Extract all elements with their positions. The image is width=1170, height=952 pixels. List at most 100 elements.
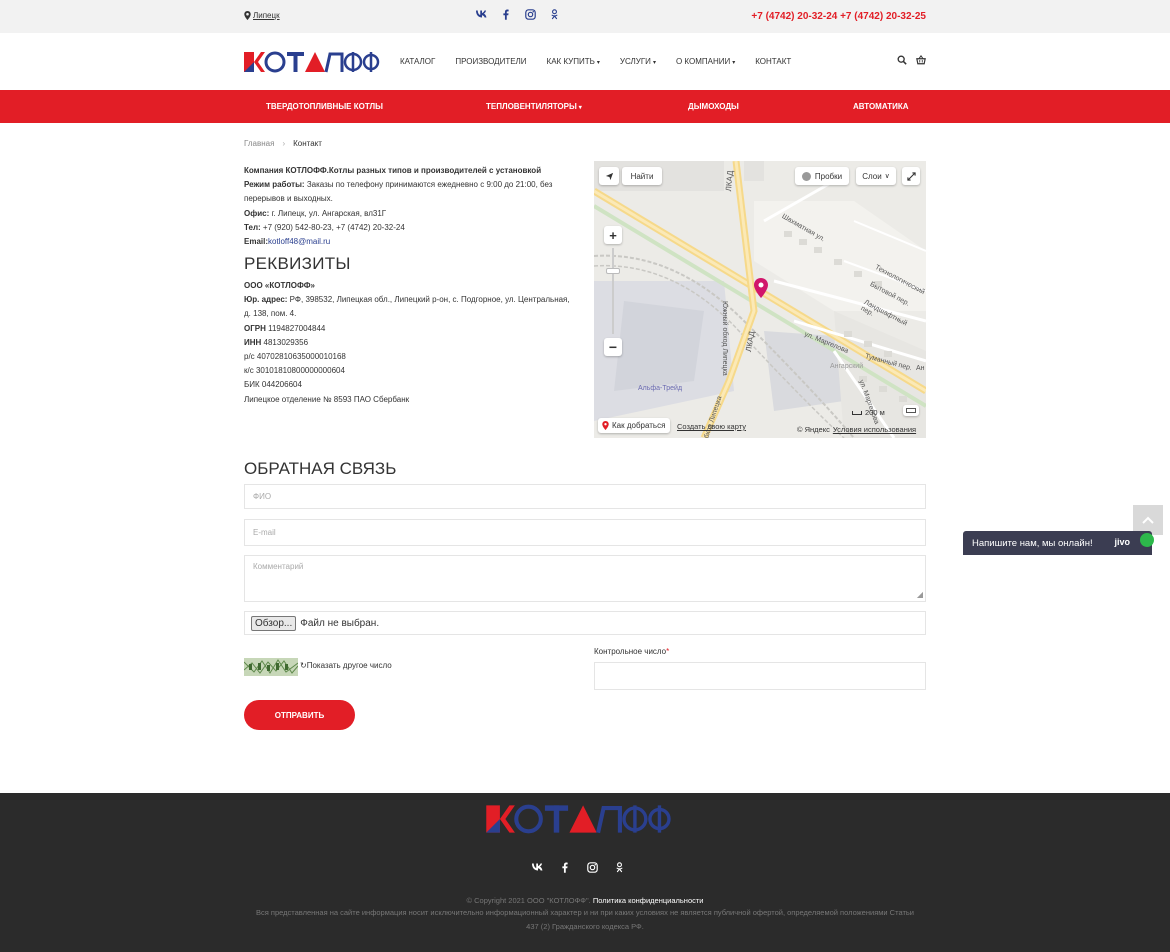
odnoklassniki-icon[interactable] [613, 861, 625, 873]
map-layers-label: Слои [862, 171, 882, 181]
resize-handle-icon[interactable]: ◢ [917, 590, 923, 599]
nav-services[interactable]: УСЛУГИ [620, 57, 656, 66]
scale-bar-icon [852, 410, 862, 415]
city-label: Липецк [253, 11, 280, 20]
jivo-brand: jivo [1114, 537, 1130, 547]
privacy-policy-link[interactable]: Политика конфиденциальности [593, 896, 704, 905]
map-pin-icon [244, 11, 251, 20]
zoom-in-button[interactable]: + [604, 226, 622, 244]
requisites-title: РЕКВИЗИТЫ [244, 254, 351, 273]
office-label: Офис: [244, 208, 270, 218]
email-input[interactable]: E-mail [244, 519, 926, 546]
map-create-link[interactable]: Создать свою карту [677, 422, 746, 431]
category-chimneys[interactable]: ДЫМОХОДЫ [688, 102, 739, 111]
map-label-alfa-trade: Альфа-Трейд [638, 385, 683, 392]
map-label-lkad: ЛКАД [724, 170, 735, 192]
vk-icon[interactable] [532, 861, 544, 873]
file-browse-button[interactable]: Обзор... [251, 615, 297, 631]
legal-address-value: РФ, 398532, Липецкая обл., Липецкий р-он… [244, 295, 570, 319]
vk-icon[interactable] [476, 8, 488, 20]
category-heat-fans[interactable]: ТЕПЛОВЕНТИЛЯТОРЫ [486, 102, 582, 111]
captcha-image [244, 658, 298, 676]
map-traffic-button[interactable]: Пробки [795, 167, 849, 185]
category-solid-fuel-boilers[interactable]: ТВЕРДОТОПЛИВНЫЕ КОТЛЫ [266, 102, 383, 111]
odnoklassniki-icon[interactable] [548, 8, 560, 20]
category-automation[interactable]: АВТОМАТИКА [853, 102, 909, 111]
yandex-map[interactable]: Найти Пробки Слои ∨ + − ЛКАД Южный обход… [594, 161, 926, 438]
online-status-icon [1140, 533, 1154, 547]
map-background [594, 161, 926, 438]
map-label-south-bypass: Южный обход Липецка [721, 301, 728, 376]
city-selector[interactable]: Липецк [244, 11, 280, 20]
ruler-icon[interactable] [903, 405, 919, 416]
chevron-up-icon [1142, 516, 1154, 524]
ogrn-label: ОГРН [244, 323, 266, 333]
file-upload: Обзор... Файл не выбран. [244, 611, 926, 635]
comment-textarea[interactable]: Комментарий ◢ [244, 555, 926, 602]
file-status: Файл не выбран. [300, 617, 380, 629]
captcha-refresh-label: Показать другое число [306, 661, 392, 670]
correspondent-account: к/с 30101810800000000604 [244, 366, 345, 376]
location-arrow-icon[interactable] [599, 167, 619, 185]
refresh-icon: ↻ [300, 661, 307, 670]
copyright-text: © Copyright 2021 ООО "КОТЛОФФ". [466, 896, 593, 905]
nav-catalog[interactable]: КАТАЛОГ [400, 57, 435, 66]
basket-icon[interactable] [916, 55, 926, 65]
email-link[interactable]: kotloff48@mail.ru [268, 237, 330, 246]
tel-value: +7 (920) 542-80-23, +7 (4742) 20-32-24 [260, 222, 405, 232]
footer: © Copyright 2021 ООО "КОТЛОФФ". Политика… [0, 793, 1170, 952]
instagram-icon[interactable] [586, 861, 598, 873]
captcha-refresh-link[interactable]: ↻Показать другое число [300, 661, 392, 670]
traffic-light-icon [801, 171, 811, 181]
fullscreen-icon[interactable] [902, 167, 920, 185]
header-icons [897, 55, 926, 65]
fio-input[interactable]: ФИО [244, 484, 926, 509]
hours-label: Режим работы: [244, 180, 305, 190]
submit-button[interactable]: ОТПРАВИТЬ [244, 700, 355, 730]
requisites: ООО «КОТЛОФФ» Юр. адрес: РФ, 398532, Лип… [244, 279, 574, 407]
contact-info: Компания КОТЛОФФ.Котлы разных типов и пр… [244, 164, 574, 249]
org-name: ООО «КОТЛОФФ» [244, 281, 315, 290]
inn-label: ИНН [244, 337, 262, 347]
control-number-label: Контрольное число* [594, 647, 669, 656]
footer-logo[interactable] [486, 804, 672, 834]
map-scale: 200 м [852, 408, 885, 417]
instagram-icon[interactable] [524, 8, 536, 20]
map-scale-label: 200 м [865, 408, 885, 417]
map-layers-button[interactable]: Слои ∨ [856, 167, 896, 185]
map-traffic-label: Пробки [814, 171, 843, 181]
breadcrumb-home[interactable]: Главная [244, 139, 274, 148]
main-navigation: КАТАЛОГ ПРОИЗВОДИТЕЛИ КАК КУПИТЬ УСЛУГИ … [400, 57, 791, 66]
comment-placeholder: Комментарий [253, 562, 304, 571]
top-social-links [476, 8, 560, 20]
breadcrumb-separator: › [282, 139, 286, 148]
header-phones[interactable]: +7 (4742) 20-32-24 +7 (4742) 20-32-25 [751, 11, 926, 22]
zoom-slider-handle[interactable] [606, 268, 620, 274]
facebook-icon[interactable] [559, 861, 571, 873]
nav-how-to-buy[interactable]: КАК КУПИТЬ [547, 57, 600, 66]
control-number-input[interactable] [594, 662, 926, 690]
main-header: КАТАЛОГ ПРОИЗВОДИТЕЛИ КАК КУПИТЬ УСЛУГИ … [0, 33, 1170, 90]
legal-address-label: Юр. адрес: [244, 295, 288, 305]
zoom-out-button[interactable]: − [604, 338, 622, 356]
facebook-icon[interactable] [500, 8, 512, 20]
map-copyright-label: © Яндекс [797, 425, 830, 434]
zoom-track[interactable] [612, 248, 614, 334]
bank-name: Липецкое отделение № 8593 ПАО Сбербанк [244, 394, 410, 404]
nav-about[interactable]: О КОМПАНИИ [676, 57, 735, 66]
control-number-text: Контрольное число [594, 647, 667, 656]
map-find-button[interactable]: Найти [622, 167, 662, 185]
search-icon[interactable] [897, 55, 907, 65]
map-terms-link[interactable]: Условия использования [833, 425, 916, 434]
top-bar: Липецк +7 (4742) 20-32-24 +7 (4742) 20-3… [0, 0, 1170, 33]
map-route-button[interactable]: Как добраться [598, 418, 670, 433]
map-label-angarsky: Ангарский [830, 363, 864, 370]
kotloff-logo[interactable] [244, 51, 380, 73]
nav-contact[interactable]: КОНТАКТ [755, 57, 791, 66]
office-value: г. Липецк, ул. Ангарская, вл31Г [269, 208, 387, 218]
jivo-chat-widget[interactable]: Напишите нам, мы онлайн! jivo [963, 531, 1154, 555]
breadcrumb-current: Контакт [293, 139, 322, 148]
nav-manufacturers[interactable]: ПРОИЗВОДИТЕЛИ [455, 57, 526, 66]
map-route-label: Как добраться [612, 421, 666, 430]
breadcrumb: Главная › Контакт [244, 139, 926, 148]
